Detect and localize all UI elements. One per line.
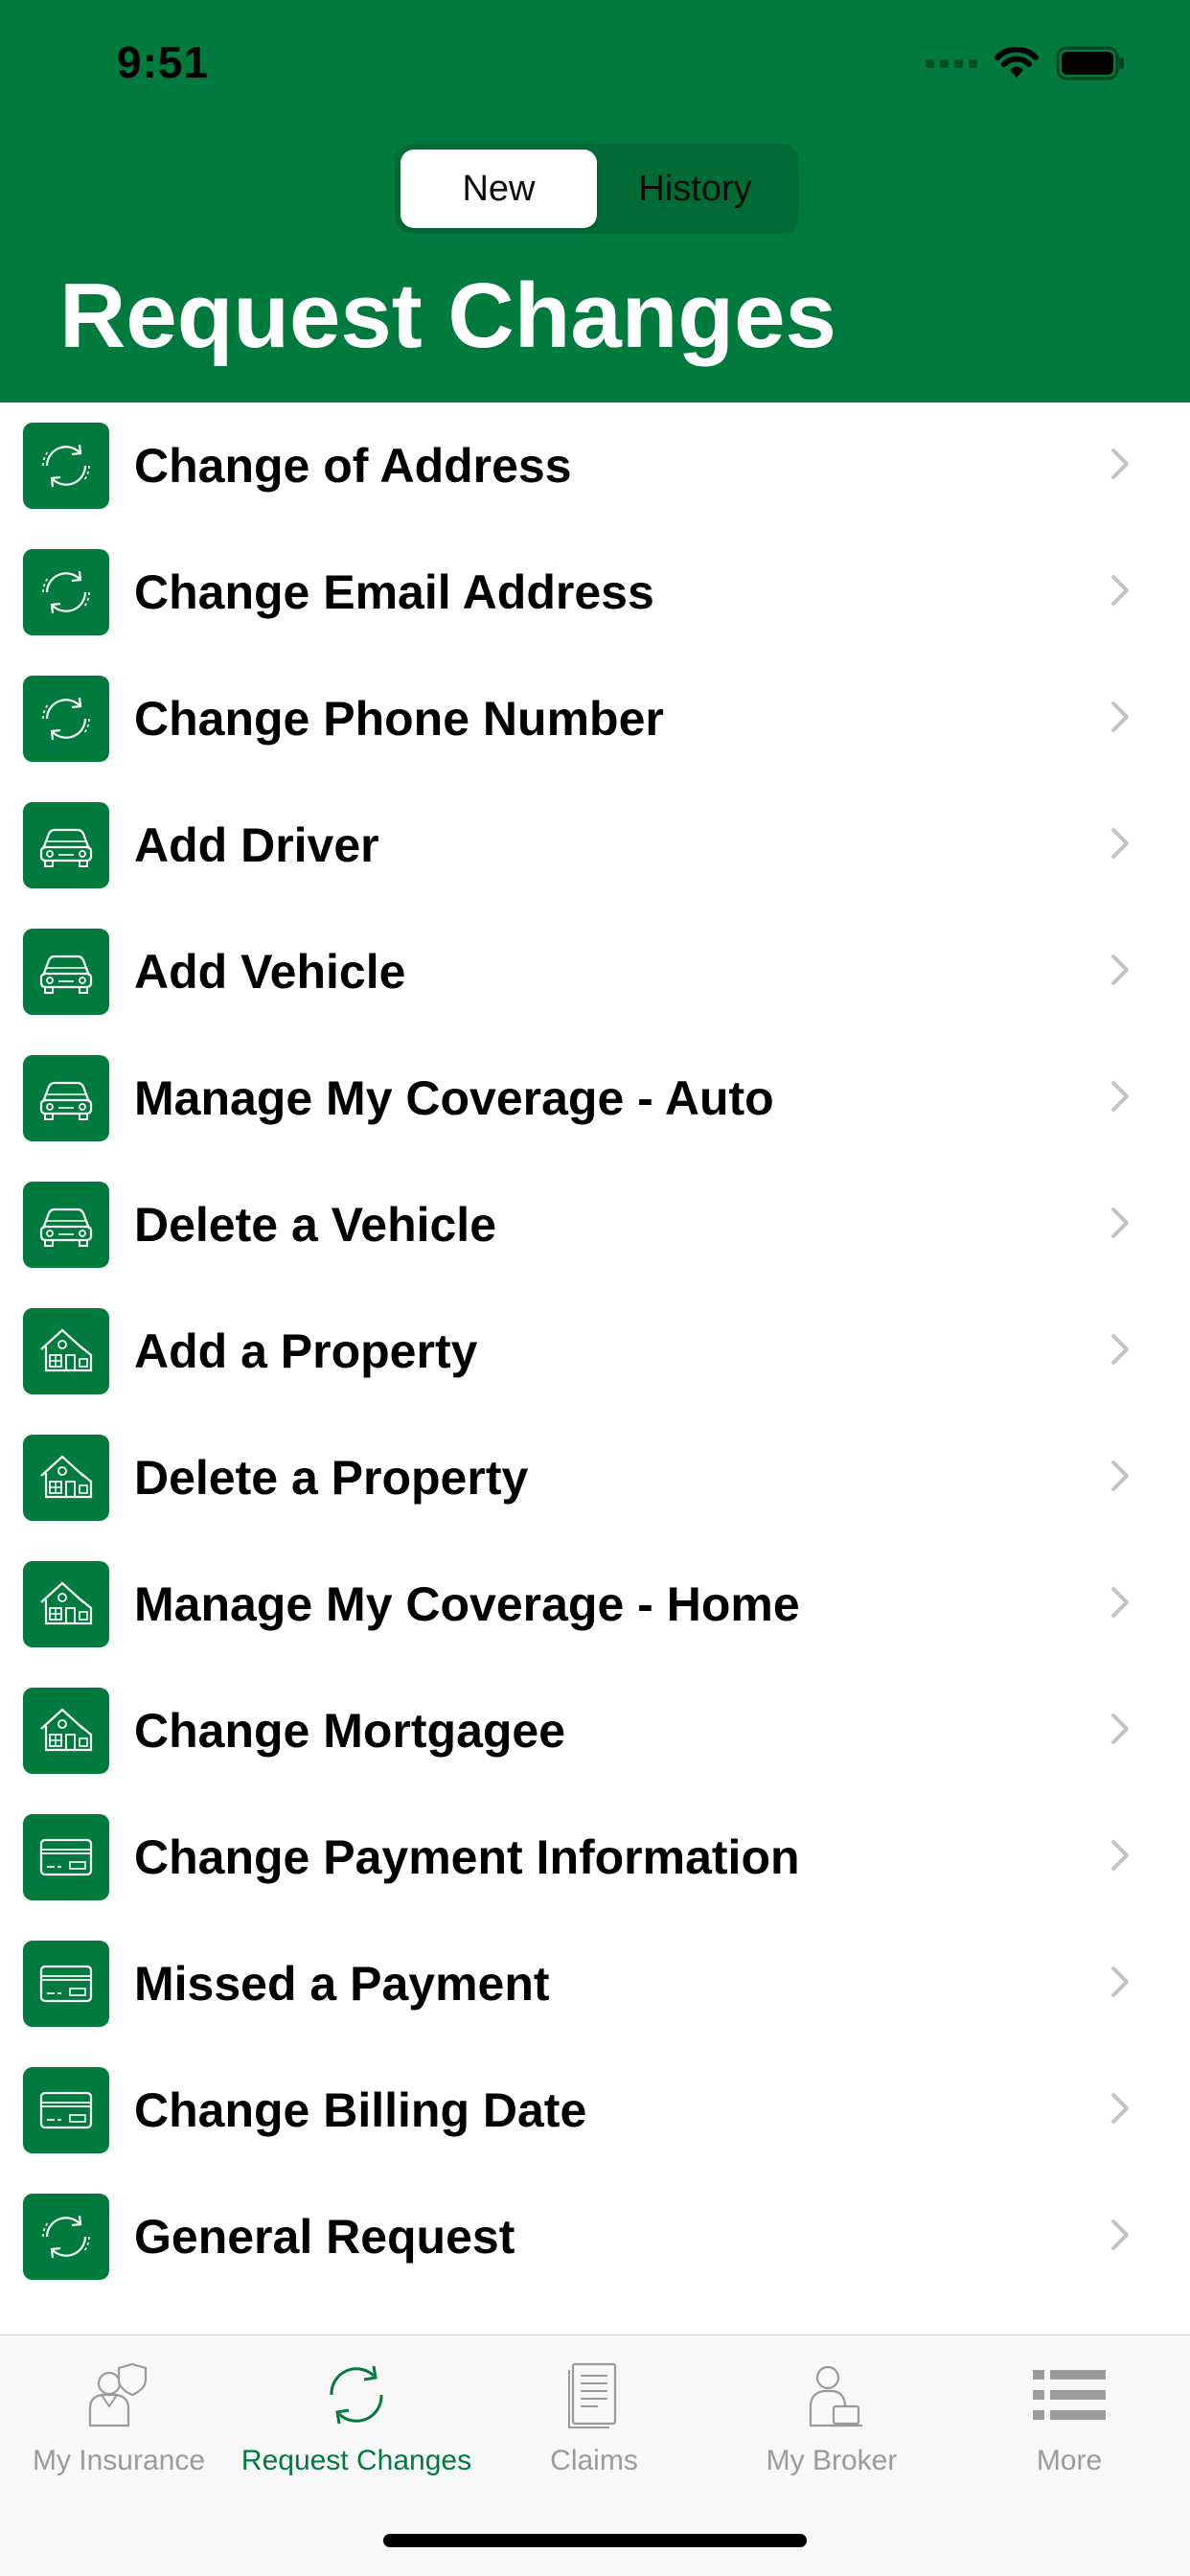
list-item-label: Manage My Coverage - Home — [134, 1577, 800, 1631]
list-item-general-request[interactable]: General Request — [0, 2174, 1190, 2300]
list-item-delete-a-property[interactable]: Delete a Property — [0, 1414, 1190, 1541]
page-title: Request Changes — [59, 264, 836, 367]
car-icon — [23, 802, 109, 888]
tab-label: My Insurance — [32, 2445, 206, 2476]
list-item-missed-a-payment[interactable]: Missed a Payment — [0, 1920, 1190, 2047]
list-item-change-mortgagee[interactable]: Change Mortgagee — [0, 1668, 1190, 1794]
list-item-label: Change Mortgagee — [134, 1704, 566, 1758]
credit-card-icon — [23, 1941, 109, 2027]
chevron-right-icon — [1110, 447, 1131, 486]
list-item-delete-a-vehicle[interactable]: Delete a Vehicle — [0, 1162, 1190, 1288]
chevron-right-icon — [1110, 2218, 1131, 2257]
refresh-icon — [23, 423, 109, 509]
chevron-right-icon — [1110, 2091, 1131, 2130]
house-icon — [23, 1688, 109, 1774]
chevron-right-icon — [1110, 1838, 1131, 1877]
segmented-control: New History — [395, 144, 799, 234]
list-item-label: Change Email Address — [134, 565, 654, 619]
car-icon — [23, 929, 109, 1015]
signal-icon — [926, 58, 977, 68]
refresh-icon — [23, 676, 109, 762]
request-list: Change of Address Change Email Address C… — [0, 402, 1190, 2300]
list-item-change-phone-number[interactable]: Change Phone Number — [0, 656, 1190, 782]
list-item-change-of-address[interactable]: Change of Address — [0, 402, 1190, 529]
header: 9:51 New History Request Changes — [0, 0, 1190, 402]
list-item-label: Add Vehicle — [134, 945, 406, 999]
list-item-label: Manage My Coverage - Auto — [134, 1071, 774, 1125]
credit-card-icon — [23, 2067, 109, 2153]
refresh-icon — [23, 549, 109, 635]
list-item-change-email-address[interactable]: Change Email Address — [0, 529, 1190, 656]
tab-my-broker[interactable]: My Broker — [713, 2355, 950, 2498]
list-item-add-vehicle[interactable]: Add Vehicle — [0, 908, 1190, 1035]
tab-claims[interactable]: Claims — [475, 2355, 713, 2498]
house-icon — [23, 1308, 109, 1394]
list-item-label: Change of Address — [134, 439, 572, 493]
tab-request-changes[interactable]: Request Changes — [238, 2355, 475, 2498]
chevron-right-icon — [1110, 1332, 1131, 1371]
home-indicator — [383, 2534, 807, 2547]
chevron-right-icon — [1110, 573, 1131, 612]
tab-my-insurance[interactable]: My Insurance — [0, 2355, 238, 2498]
chevron-right-icon — [1110, 1079, 1131, 1118]
car-icon — [23, 1182, 109, 1268]
list-item-label: Add Driver — [134, 818, 379, 872]
wifi-icon — [995, 47, 1039, 80]
chevron-right-icon — [1110, 826, 1131, 865]
chevron-right-icon — [1110, 700, 1131, 739]
credit-card-icon — [23, 1814, 109, 1900]
tab-label: Request Changes — [240, 2445, 472, 2476]
house-icon — [23, 1561, 109, 1647]
tab-more[interactable]: More — [950, 2355, 1188, 2498]
list-item-add-driver[interactable]: Add Driver — [0, 782, 1190, 908]
list-item-label: Add a Property — [134, 1324, 478, 1378]
document-icon — [563, 2355, 625, 2435]
list-item-label: Change Billing Date — [134, 2083, 587, 2137]
chevron-right-icon — [1110, 1459, 1131, 1498]
list-item-change-payment-information[interactable]: Change Payment Information — [0, 1794, 1190, 1920]
list-item-manage-my-coverage-auto[interactable]: Manage My Coverage - Auto — [0, 1035, 1190, 1162]
list-item-label: Missed a Payment — [134, 1957, 550, 2011]
refresh-icon — [320, 2355, 393, 2435]
tab-label: Claims — [550, 2445, 638, 2476]
list-item-label: General Request — [134, 2210, 515, 2264]
list-item-manage-my-coverage-home[interactable]: Manage My Coverage - Home — [0, 1541, 1190, 1668]
list-item-add-a-property[interactable]: Add a Property — [0, 1288, 1190, 1414]
list-item-label: Delete a Property — [134, 1451, 529, 1505]
tab-label: My Broker — [766, 2445, 898, 2476]
list-item-change-billing-date[interactable]: Change Billing Date — [0, 2047, 1190, 2174]
list-item-label: Delete a Vehicle — [134, 1198, 497, 1252]
person-shield-icon — [79, 2355, 159, 2435]
chevron-right-icon — [1110, 1206, 1131, 1245]
car-icon — [23, 1055, 109, 1141]
chevron-right-icon — [1110, 1712, 1131, 1751]
segment-new[interactable]: New — [400, 150, 597, 228]
house-icon — [23, 1435, 109, 1521]
list-item-label: Change Phone Number — [134, 692, 664, 746]
segment-history[interactable]: History — [597, 150, 793, 228]
list-item-label: Change Payment Information — [134, 1830, 800, 1884]
refresh-icon — [23, 2194, 109, 2280]
chevron-right-icon — [1110, 1965, 1131, 2004]
broker-person-icon — [795, 2355, 868, 2435]
battery-icon — [1056, 46, 1127, 80]
chevron-right-icon — [1110, 953, 1131, 992]
tab-label: More — [1036, 2445, 1103, 2476]
status-icons — [926, 46, 1127, 80]
status-time: 9:51 — [117, 37, 210, 87]
list-icon — [1029, 2355, 1110, 2435]
chevron-right-icon — [1110, 1585, 1131, 1624]
